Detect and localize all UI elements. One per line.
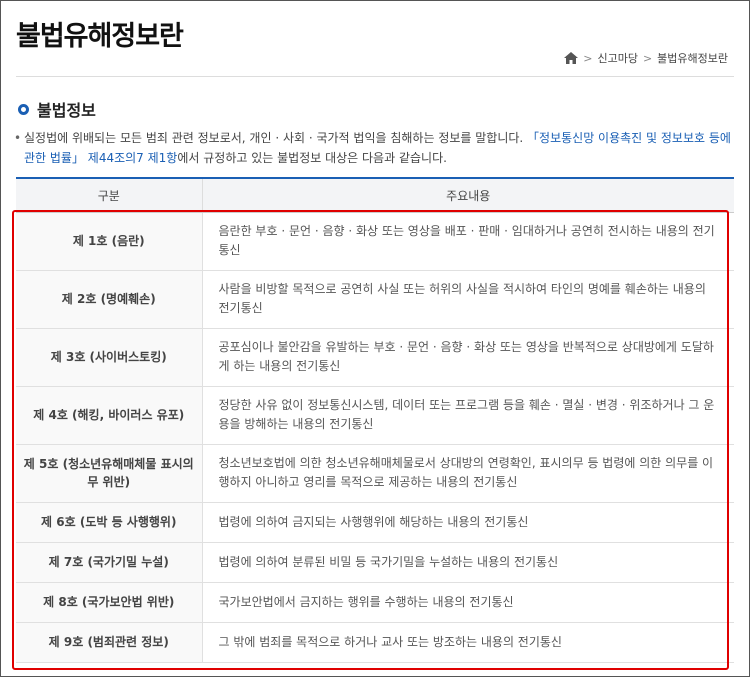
row-category: 제 9호 (범죄관련 정보) — [16, 622, 203, 663]
table-row: 제 4호 (해킹, 바이러스 유포) 정당한 사유 없이 정보통신시스템, 데이… — [16, 386, 734, 445]
home-icon[interactable] — [564, 52, 579, 64]
breadcrumb-item-report[interactable]: 신고마당 — [597, 50, 637, 66]
section-heading: 불법정보 — [18, 97, 96, 121]
table-row: 제 5호 (청소년유해매체물 표시의무 위반) 청소년보호법에 의한 청소년유해… — [16, 444, 734, 503]
row-category: 제 3호 (사이버스토킹) — [16, 328, 203, 387]
header-category: 구분 — [16, 177, 203, 213]
intro-text: • 실정법에 위배되는 모든 범죄 관련 정보로서, 개인 · 사회 · 국가적… — [14, 128, 736, 168]
table-row: 제 8호 (국가보안법 위반) 국가보안법에서 금지하는 행위를 수행하는 내용… — [16, 582, 734, 623]
row-category: 제 7호 (국가기밀 누설) — [16, 542, 203, 583]
table-row: 제 3호 (사이버스토킹) 공포심이나 불안감을 유발하는 부호 · 문언 · … — [16, 328, 734, 387]
row-category: 제 1호 (음란) — [16, 212, 203, 271]
row-category: 제 6호 (도박 등 사행행위) — [16, 502, 203, 543]
row-content: 음란한 부호 · 문언 · 음향 · 화상 또는 영상을 배포 · 판매 · 임… — [202, 212, 734, 271]
row-category: 제 5호 (청소년유해매체물 표시의무 위반) — [16, 444, 203, 503]
breadcrumb-item-current[interactable]: 불법유해정보란 — [657, 50, 728, 66]
row-content: 사람을 비방할 목적으로 공연히 사실 또는 허위의 사실을 적시하여 타인의 … — [202, 270, 734, 329]
header-divider — [16, 76, 734, 77]
table-row: 제 7호 (국가기밀 누설) 법령에 의하여 분류된 비밀 등 국가기밀을 누설… — [16, 542, 734, 583]
header-content: 주요내용 — [202, 177, 734, 213]
breadcrumb-separator-icon: > — [642, 51, 653, 65]
breadcrumb: > 신고마당 > 불법유해정보란 — [564, 50, 728, 66]
breadcrumb-separator-icon: > — [583, 51, 593, 65]
section-title: 불법정보 — [37, 101, 96, 120]
row-category: 제 4호 (해킹, 바이러스 유포) — [16, 386, 203, 445]
row-category: 제 2호 (명예훼손) — [16, 270, 203, 329]
table-row: 제 6호 (도박 등 사행행위) 법령에 의하여 금지되는 사행행위에 해당하는… — [16, 502, 734, 543]
row-content: 법령에 의하여 금지되는 사행행위에 해당하는 내용의 전기통신 — [202, 502, 734, 543]
table-row: 제 9호 (범죄관련 정보) 그 밖에 범죄를 목적으로 하거나 교사 또는 방… — [16, 622, 734, 663]
row-category: 제 8호 (국가보안법 위반) — [16, 582, 203, 623]
row-content: 정당한 사유 없이 정보통신시스템, 데이터 또는 프로그램 등을 훼손 · 멸… — [202, 386, 734, 445]
page-title: 불법유해정보란 — [16, 21, 184, 52]
intro-text-before: 실정법에 위배되는 모든 범죄 관련 정보로서, 개인 · 사회 · 국가적 법… — [24, 131, 528, 145]
row-content: 청소년보호법에 의한 청소년유해매체물로서 상대방의 연령확인, 표시의무 등 … — [202, 444, 734, 503]
table-header-row: 구분 주요내용 — [16, 177, 734, 213]
intro-text-after: 에서 규정하고 있는 불법정보 대상은 다음과 같습니다. — [177, 151, 447, 165]
illegal-info-table: 구분 주요내용 제 1호 (음란) 음란한 부호 · 문언 · 음향 · 화상 … — [16, 177, 734, 663]
bullet-icon: • — [14, 131, 22, 145]
ring-bullet-icon — [18, 103, 29, 115]
row-content: 그 밖에 범죄를 목적으로 하거나 교사 또는 방조하는 내용의 전기통신 — [202, 622, 734, 663]
row-content: 국가보안법에서 금지하는 행위를 수행하는 내용의 전기통신 — [202, 582, 734, 623]
row-content: 법령에 의하여 분류된 비밀 등 국가기밀을 누설하는 내용의 전기통신 — [202, 542, 734, 583]
table-row: 제 1호 (음란) 음란한 부호 · 문언 · 음향 · 화상 또는 영상을 배… — [16, 212, 734, 271]
row-content: 공포심이나 불안감을 유발하는 부호 · 문언 · 음향 · 화상 또는 영상을… — [202, 328, 734, 387]
table-row: 제 2호 (명예훼손) 사람을 비방할 목적으로 공연히 사실 또는 허위의 사… — [16, 270, 734, 329]
